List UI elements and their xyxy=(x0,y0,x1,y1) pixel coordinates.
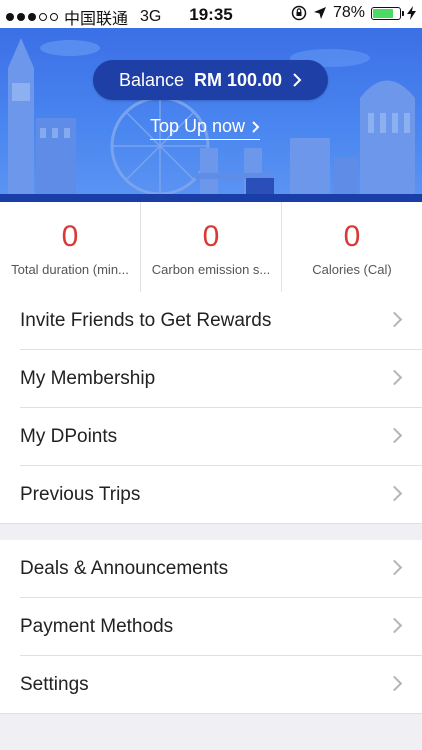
chevron-right-icon xyxy=(386,311,403,328)
chevron-right-icon xyxy=(386,559,403,576)
menu-item-label: Invite Friends to Get Rewards xyxy=(20,310,272,331)
menu-item-settings[interactable]: Settings xyxy=(0,656,422,714)
balance-label: Balance xyxy=(118,69,184,90)
battery-percent: 78% xyxy=(332,4,365,21)
chevron-right-icon xyxy=(386,427,403,444)
menu-item-label: Deals & Announcements xyxy=(20,558,229,579)
balance-amount: RM 100.00 xyxy=(194,69,283,90)
menu-item-my-dpoints[interactable]: My DPoints xyxy=(0,408,422,466)
stat-label: Total duration (min... xyxy=(11,262,129,277)
menu-item-label: Previous Trips xyxy=(20,484,141,505)
menu-group-general: Deals & Announcements Payment Methods Se… xyxy=(0,540,422,714)
status-bar: 中国联通 3G 19:35 78% xyxy=(0,0,422,28)
banner-divider xyxy=(0,194,422,202)
top-up-label: Top Up now xyxy=(150,116,246,136)
menu-group-account: Invite Friends to Get Rewards My Members… xyxy=(0,292,422,524)
chevron-right-icon xyxy=(386,675,403,692)
menu-item-label: My DPoints xyxy=(20,426,118,447)
top-up-link[interactable]: Top Up now xyxy=(150,116,261,140)
stat-total-duration: 0 Total duration (min... xyxy=(0,202,141,292)
stat-value: 0 xyxy=(202,220,220,253)
chevron-right-icon xyxy=(386,369,403,386)
battery-icon xyxy=(371,6,404,20)
chevron-right-icon xyxy=(293,73,302,87)
menu-item-previous-trips[interactable]: Previous Trips xyxy=(0,466,422,524)
stats-panel: 0 Total duration (min... 0 Carbon emissi… xyxy=(0,202,422,293)
rotation-lock-icon xyxy=(291,5,307,21)
charging-bolt-icon xyxy=(407,6,416,20)
chevron-right-icon xyxy=(252,120,260,133)
menu-item-my-membership[interactable]: My Membership xyxy=(0,350,422,408)
stat-calories: 0 Calories (Cal) xyxy=(282,202,422,292)
stat-label: Carbon emission s... xyxy=(151,262,271,277)
menu-item-deals-announcements[interactable]: Deals & Announcements xyxy=(0,540,422,598)
chevron-right-icon xyxy=(386,617,403,634)
balance-button[interactable]: Balance RM 100.00 xyxy=(93,60,328,100)
stat-carbon-emission: 0 Carbon emission s... xyxy=(141,202,282,292)
menu-item-label: Payment Methods xyxy=(20,616,174,637)
stat-label: Calories (Cal) xyxy=(312,262,392,277)
stat-value: 0 xyxy=(343,220,361,253)
stat-value: 0 xyxy=(61,220,79,253)
balance-banner: Balance RM 100.00 Top Up now xyxy=(0,28,422,194)
chevron-right-icon xyxy=(386,485,403,502)
city-skyline-illustration xyxy=(8,38,415,194)
menu-item-invite-friends[interactable]: Invite Friends to Get Rewards xyxy=(0,292,422,350)
menu-item-payment-methods[interactable]: Payment Methods xyxy=(0,598,422,656)
menu-item-label: My Membership xyxy=(20,368,156,389)
location-arrow-icon xyxy=(313,7,326,19)
menu-item-label: Settings xyxy=(20,674,89,695)
